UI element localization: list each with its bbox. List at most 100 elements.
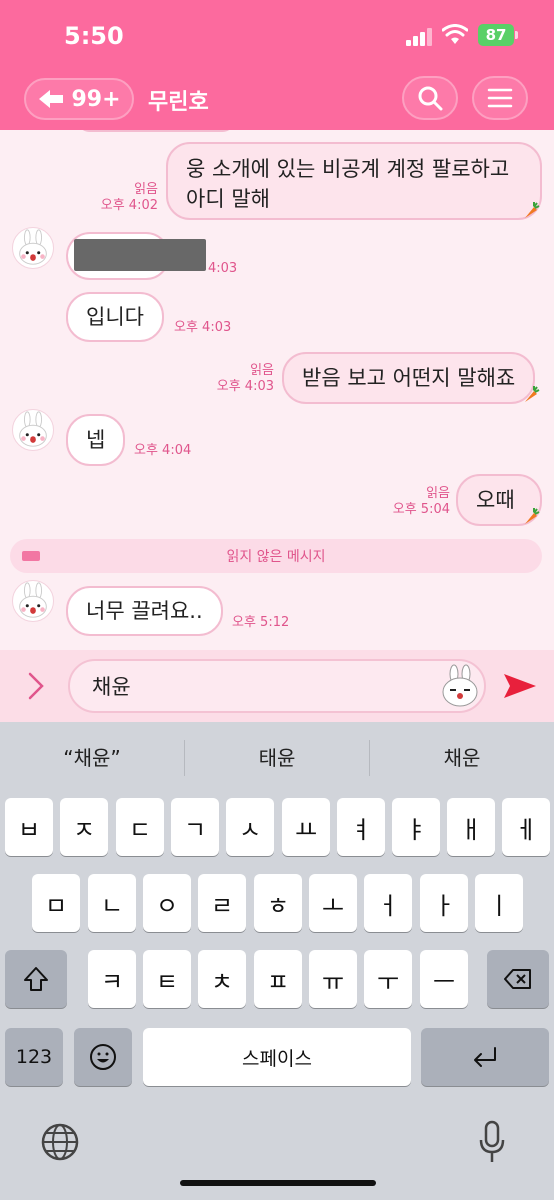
carrot-icon xyxy=(525,508,540,524)
key[interactable]: ㅡ xyxy=(420,950,468,1008)
key[interactable]: ㄹ xyxy=(198,874,246,932)
message-text: 웅 소개에 있는 비공계 계정 팔로하고 xyxy=(186,157,510,181)
key[interactable]: ㅈ xyxy=(60,798,108,856)
unread-divider-label: 읽지 않은 메시지 xyxy=(226,549,326,565)
numbers-key[interactable]: 123 xyxy=(5,1028,63,1086)
suggestion-1[interactable]: “채윤” xyxy=(0,742,184,771)
message-bubble-incoming[interactable]: 입니다 xyxy=(66,292,164,342)
message-text: 오때 xyxy=(476,488,515,512)
message-time: 오후 4:03 xyxy=(216,379,274,394)
key[interactable]: ㅕ xyxy=(337,798,385,856)
carrot-icon xyxy=(525,202,540,218)
shift-icon xyxy=(24,967,48,991)
space-key[interactable]: 스페이스 xyxy=(143,1028,411,1086)
message-time: 오후 4:02 xyxy=(100,198,158,213)
key[interactable]: ㅊ xyxy=(198,950,246,1008)
bunny-avatar-icon xyxy=(19,411,47,447)
message-text: 받음 보고 어떤지 말해죠 xyxy=(302,366,516,390)
key[interactable]: ㅔ xyxy=(502,798,550,856)
emoji-key[interactable] xyxy=(74,1028,132,1086)
microphone-icon[interactable] xyxy=(478,1120,506,1164)
suggestion-2[interactable]: 태윤 xyxy=(185,742,369,771)
message-input[interactable]: 채윤 xyxy=(68,659,486,713)
chat-area[interactable]: 읽음 오후 4:02 웅 소개에 있는 비공계 계정 팔로하고 아디 말해 4:… xyxy=(0,130,554,650)
key[interactable]: ㄱ xyxy=(171,798,219,856)
avatar[interactable] xyxy=(12,227,54,269)
message-time: 오후 4:03 xyxy=(174,320,232,335)
key[interactable]: ㅣ xyxy=(475,874,523,932)
message-composer: 채윤 xyxy=(0,650,554,722)
send-icon[interactable] xyxy=(502,670,538,702)
read-receipt: 읽음 xyxy=(426,486,450,501)
return-key[interactable] xyxy=(421,1028,549,1086)
avatar[interactable] xyxy=(12,409,54,451)
redacted-text-block xyxy=(74,239,206,271)
message-bubble-outgoing[interactable]: 받음 보고 어떤지 말해죠 xyxy=(282,352,536,404)
backspace-icon xyxy=(504,969,531,989)
previous-message-bubble xyxy=(76,130,236,132)
battery-tip xyxy=(515,31,518,39)
emoji-icon xyxy=(90,1044,116,1070)
bunny-avatar-icon xyxy=(19,582,47,618)
avatar[interactable] xyxy=(12,580,54,622)
message-time: 오후 5:12 xyxy=(232,615,290,630)
unread-count: 99+ xyxy=(71,86,121,112)
key[interactable]: ㅌ xyxy=(143,950,191,1008)
tag-icon xyxy=(22,551,40,561)
key[interactable]: ㅛ xyxy=(282,798,330,856)
globe-icon[interactable] xyxy=(40,1122,80,1162)
key[interactable]: ㅅ xyxy=(226,798,274,856)
message-meta: 읽음 오후 4:02 xyxy=(90,182,158,214)
search-button[interactable] xyxy=(402,76,458,120)
message-text: 입니다 xyxy=(86,305,144,329)
key[interactable]: ㅜ xyxy=(364,950,412,1008)
key[interactable]: ㅠ xyxy=(309,950,357,1008)
message-bubble-incoming[interactable]: 넵 xyxy=(66,414,126,466)
message-bubble-incoming[interactable]: 너무 끌려요.. xyxy=(66,586,223,636)
key[interactable]: ㅂ xyxy=(5,798,53,856)
key[interactable]: ㅍ xyxy=(254,950,302,1008)
cellular-signal-icon xyxy=(406,28,434,46)
carrot-icon xyxy=(525,386,540,402)
menu-button[interactable] xyxy=(472,76,528,120)
key[interactable]: ㄷ xyxy=(116,798,164,856)
message-text: 아디 말해 xyxy=(186,187,270,211)
return-icon xyxy=(474,1047,496,1067)
key[interactable]: ㅋ xyxy=(88,950,136,1008)
chat-title: 무린호 xyxy=(148,90,209,115)
backspace-key[interactable] xyxy=(487,950,549,1008)
status-time: 5:50 xyxy=(64,22,124,50)
key[interactable]: ㅎ xyxy=(254,874,302,932)
wifi-icon xyxy=(442,24,468,44)
message-input-value: 채윤 xyxy=(92,675,131,699)
key[interactable]: ㅇ xyxy=(143,874,191,932)
unread-messages-divider: 읽지 않은 메시지 xyxy=(10,539,542,573)
message-meta: 읽음 오후 4:03 xyxy=(206,363,274,395)
back-button[interactable]: 99+ xyxy=(24,78,134,120)
suggestion-3[interactable]: 채운 xyxy=(370,742,554,771)
back-arrow-icon xyxy=(39,90,64,108)
key[interactable]: ㅐ xyxy=(447,798,495,856)
home-indicator xyxy=(180,1180,376,1186)
message-text: 넵 xyxy=(86,428,106,452)
keyboard: “채윤” 태윤 채운 ㅂ ㅈ ㄷ ㄱ ㅅ ㅛ ㅕ ㅑ ㅐ ㅔ ㅁ ㄴ ㅇ ㄹ ㅎ… xyxy=(0,722,554,1200)
top-bar: 5:50 87 99+ 무린호 xyxy=(0,0,554,130)
message-text: 너무 끌려요.. xyxy=(86,599,203,623)
sticker-icon[interactable] xyxy=(438,664,482,708)
key[interactable]: ㅏ xyxy=(420,874,468,932)
search-icon xyxy=(418,86,443,111)
key[interactable]: ㅓ xyxy=(364,874,412,932)
key[interactable]: ㅗ xyxy=(309,874,357,932)
key[interactable]: ㅑ xyxy=(392,798,440,856)
message-bubble-outgoing[interactable]: 웅 소개에 있는 비공계 계정 팔로하고 아디 말해 xyxy=(166,142,542,220)
key[interactable]: ㄴ xyxy=(88,874,136,932)
read-receipt: 읽음 xyxy=(250,363,274,378)
battery-indicator: 87 xyxy=(478,24,514,46)
message-time: 오후 5:04 xyxy=(392,502,450,517)
hamburger-menu-icon xyxy=(487,88,513,108)
shift-key[interactable] xyxy=(5,950,67,1008)
message-time: 오후 4:04 xyxy=(134,443,192,458)
message-time: 4:03 xyxy=(208,261,238,276)
key[interactable]: ㅁ xyxy=(32,874,80,932)
chevron-right-icon[interactable] xyxy=(26,670,46,702)
